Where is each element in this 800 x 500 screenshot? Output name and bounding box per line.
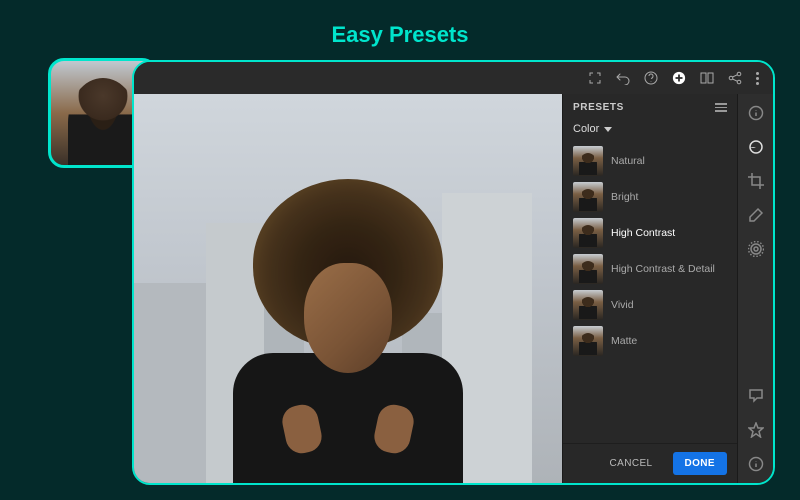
preset-item[interactable]: Vivid [571,287,729,323]
photo-canvas[interactable] [134,94,562,483]
info2-icon[interactable] [747,455,765,473]
preset-thumbnail [573,254,603,284]
chevron-down-icon [604,127,612,132]
crop-icon[interactable] [747,172,765,190]
preset-item[interactable]: Matte [571,323,729,359]
preset-category-select[interactable]: Color [563,119,737,143]
preset-item[interactable]: High Contrast & Detail [571,251,729,287]
photo-subject [228,173,468,483]
expand-icon[interactable] [588,71,602,85]
done-button[interactable]: DONE [673,452,728,475]
info-icon[interactable] [747,104,765,122]
share-icon[interactable] [728,71,742,85]
heal-icon[interactable] [747,206,765,224]
preset-thumbnail [573,182,603,212]
masking-icon[interactable] [747,240,765,258]
panel-menu-icon[interactable] [715,103,727,112]
preset-list[interactable]: Natural Bright High Contrast High Contrast … [563,143,737,443]
page-title: Easy Presets [332,22,469,48]
adjust-icon[interactable] [747,138,765,156]
app-window: PRESETS Color Natural Bright High Contrast… [132,60,775,485]
building [134,283,214,483]
preset-thumbnail [573,218,603,248]
preset-label: Vivid [611,299,634,311]
preset-item[interactable]: High Contrast [571,215,729,251]
preset-label: High Contrast & Detail [611,263,715,275]
thumbnail-person [68,78,138,168]
comment-icon[interactable] [747,387,765,405]
star-icon[interactable] [747,421,765,439]
undo-icon[interactable] [616,71,630,85]
app-header [134,62,773,94]
panel-actions: CANCEL DONE [563,443,737,483]
right-toolstrip [737,94,773,483]
preset-label: Natural [611,155,645,167]
preset-thumbnail [573,326,603,356]
compare-icon[interactable] [700,71,714,85]
more-icon[interactable] [756,72,759,85]
preset-label: Matte [611,335,637,347]
preset-item[interactable]: Natural [571,143,729,179]
preset-item[interactable]: Bright [571,179,729,215]
help-icon[interactable] [644,71,658,85]
panel-header: PRESETS [563,94,737,119]
preset-thumbnail [573,290,603,320]
panel-title: PRESETS [573,102,624,113]
presets-panel: PRESETS Color Natural Bright High Contrast… [562,94,737,483]
preset-label: High Contrast [611,227,675,239]
preset-thumbnail [573,146,603,176]
app-body: PRESETS Color Natural Bright High Contrast… [134,94,773,483]
add-icon[interactable] [672,71,686,85]
cancel-button[interactable]: CANCEL [598,452,665,475]
category-label: Color [573,123,599,135]
preset-label: Bright [611,191,638,203]
